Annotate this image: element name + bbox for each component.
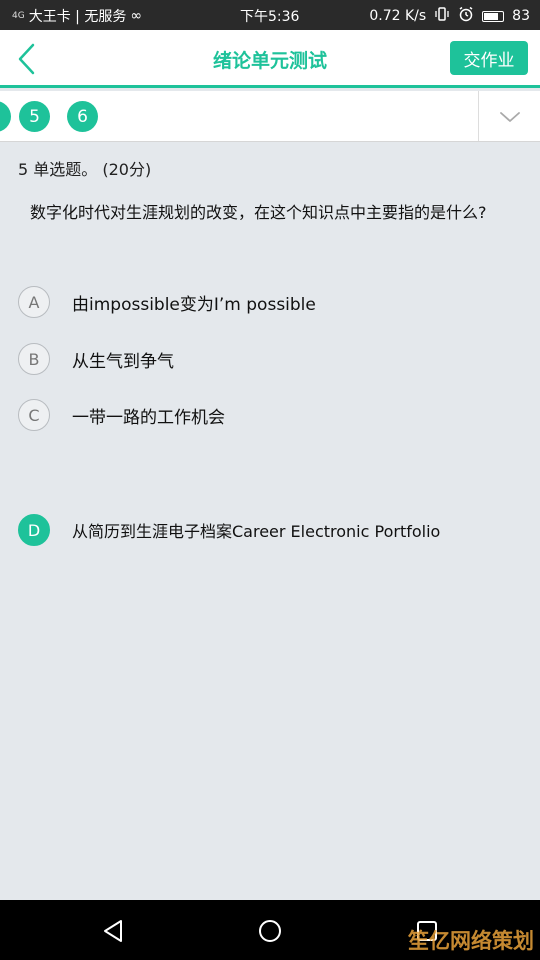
app-header: 绪论单元测试 交作业 <box>0 30 540 88</box>
question-nav-item-prev[interactable] <box>0 101 11 132</box>
question-nav-item[interactable]: 6 <box>67 101 98 132</box>
option-text: 从简历到生涯电子档案Career Electronic Portfolio <box>72 522 441 541</box>
option-text: 一带一路的工作机会 <box>72 407 225 428</box>
option-letter: A <box>18 286 50 318</box>
status-left: 4G 大王卡 | 无服务 ∞ <box>12 6 142 26</box>
question-nav-item[interactable]: 5 <box>19 101 50 132</box>
battery-level: 83 <box>512 8 530 24</box>
nav-home-button[interactable] <box>255 916 285 946</box>
watermark: 笙亿网络策划 <box>408 929 534 953</box>
question-text: 数字化时代对生涯规划的改变，在这个知识点中主要指的是什么? <box>30 203 487 222</box>
option-letter: C <box>18 399 50 431</box>
battery-fill <box>484 12 499 20</box>
question-type: 5 单选题。 (20分) <box>18 160 152 179</box>
option-a[interactable]: A 由impossible变为I’m possible <box>18 286 316 318</box>
option-c[interactable]: C 一带一路的工作机会 <box>18 399 225 431</box>
signal-icon: 4G <box>12 10 25 21</box>
nav-back-button[interactable] <box>98 916 128 946</box>
triangle-back-icon <box>104 920 122 942</box>
option-b[interactable]: B 从生气到争气 <box>18 343 174 375</box>
circle-home-icon <box>259 920 281 942</box>
expand-question-list-button[interactable] <box>478 91 540 141</box>
option-letter: B <box>18 343 50 375</box>
submit-homework-button[interactable]: 交作业 <box>450 41 528 75</box>
option-letter-selected: D <box>18 514 50 546</box>
option-text: 从生气到争气 <box>72 351 174 372</box>
status-right: 0.72 K/s 83 <box>369 6 530 26</box>
option-text: 由impossible变为I’m possible <box>72 294 316 315</box>
battery-icon <box>482 10 505 22</box>
status-bar: 4G 大王卡 | 无服务 ∞ 下午5:36 0.72 K/s 83 <box>0 0 540 30</box>
alarm-icon <box>458 6 474 26</box>
network-speed: 0.72 K/s <box>369 8 427 24</box>
vibrate-icon <box>434 7 450 25</box>
infinity-icon: ∞ <box>130 8 142 24</box>
option-d[interactable]: D 从简历到生涯电子档案Career Electronic Portfolio <box>18 514 440 546</box>
chevron-down-icon <box>499 111 520 122</box>
carrier-label: 大王卡 | 无服务 <box>28 9 127 25</box>
status-time: 下午5:36 <box>240 9 300 25</box>
question-nav: 5 6 <box>0 91 540 142</box>
